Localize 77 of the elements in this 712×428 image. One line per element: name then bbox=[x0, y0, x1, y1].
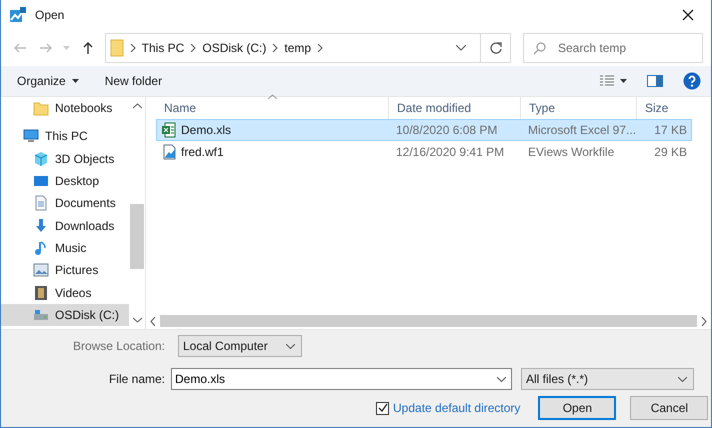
picture-icon bbox=[33, 262, 49, 278]
navigation-item[interactable]: 3D Objects bbox=[1, 148, 129, 170]
search-field[interactable]: Search temp bbox=[523, 33, 703, 63]
file-name-field[interactable]: Demo.xls bbox=[171, 368, 512, 390]
scroll-up-icon bbox=[132, 103, 142, 109]
browse-location-label: Browse Location: bbox=[72, 339, 166, 353]
app-icon bbox=[9, 6, 27, 24]
scrollbar-thumb[interactable] bbox=[160, 315, 697, 327]
close-icon bbox=[682, 9, 694, 21]
refresh-icon bbox=[488, 41, 502, 55]
navigation-item[interactable]: Music bbox=[1, 236, 129, 260]
window-title: Open bbox=[35, 8, 64, 22]
chevron-down-icon bbox=[497, 377, 506, 382]
file-type-dropdown[interactable]: All files (*.*) bbox=[521, 368, 694, 390]
checkbox[interactable] bbox=[376, 402, 389, 414]
cube-icon bbox=[33, 150, 49, 167]
file-name: Demo.xls bbox=[181, 123, 232, 137]
breadcrumb-segment[interactable]: OSDisk (C:) bbox=[202, 41, 266, 55]
list-view-icon bbox=[600, 75, 614, 87]
file-name: fred.wf1 bbox=[181, 145, 224, 159]
column-header[interactable]: Size bbox=[637, 97, 690, 119]
breadcrumb-segment[interactable]: temp bbox=[284, 41, 312, 55]
navigation-item[interactable]: Videos bbox=[1, 281, 129, 304]
document-icon bbox=[33, 195, 49, 212]
cancel-button[interactable]: Cancel bbox=[630, 396, 708, 420]
spreadsheet-icon bbox=[161, 122, 177, 138]
caret-icon bbox=[63, 46, 70, 50]
navigation-item[interactable]: Notebooks bbox=[1, 97, 129, 120]
chevron-icon bbox=[317, 44, 324, 52]
scroll-right-icon bbox=[701, 316, 707, 326]
film-icon bbox=[33, 284, 49, 301]
chevron-down-icon bbox=[286, 344, 295, 348]
up-arrow-icon bbox=[80, 41, 95, 55]
update-directory-link[interactable]: Update default directory bbox=[393, 401, 520, 415]
file-name-label: File name: bbox=[108, 372, 166, 386]
folder-icon bbox=[110, 39, 124, 57]
scrollbar-thumb[interactable] bbox=[130, 204, 144, 269]
open-button[interactable]: Open bbox=[538, 396, 616, 420]
browse-location-dropdown[interactable]: Local Computer bbox=[178, 335, 302, 357]
sort-caret-icon bbox=[268, 94, 277, 99]
chevron-icon bbox=[130, 44, 136, 52]
date-cell-text: 12/16/2020 9:41 PM bbox=[395, 145, 506, 159]
navigation-item[interactable]: OSDisk (C:) bbox=[1, 304, 129, 326]
chevron-icon bbox=[190, 44, 196, 52]
caret-icon bbox=[72, 79, 79, 83]
down-arrow-icon bbox=[33, 218, 49, 234]
organize-menu-button[interactable]: Organize bbox=[17, 69, 79, 93]
type-cell-text: EViews Workfile bbox=[527, 145, 616, 159]
file-row[interactable]: Demo.xls 10/8/2020 6:08 PM Microsoft Excel 97... 17 KB bbox=[156, 119, 692, 141]
checkmark-icon bbox=[378, 403, 388, 413]
back-arrow-icon bbox=[12, 41, 27, 55]
size-cell-text: 17 KB bbox=[653, 123, 688, 137]
navigation-item[interactable]: Documents bbox=[1, 192, 129, 214]
chevron-down-icon bbox=[678, 376, 687, 382]
date-cell-text: 10/8/2020 6:08 PM bbox=[395, 123, 498, 137]
chevron-down-icon bbox=[456, 45, 466, 51]
forward-arrow-icon bbox=[38, 41, 53, 55]
type-cell-text: Microsoft Excel 97... bbox=[527, 123, 638, 137]
chevron-icon bbox=[272, 44, 278, 52]
size-cell-text: 29 KB bbox=[653, 145, 688, 159]
file-row[interactable]: fred.wf1 12/16/2020 9:41 PM EViews Workfile 29 KB bbox=[156, 141, 692, 163]
navigation-item[interactable]: Desktop bbox=[1, 170, 129, 192]
scroll-down-icon bbox=[132, 317, 142, 323]
toolbar-button[interactable]: New folder bbox=[104, 69, 162, 93]
scroll-left-icon bbox=[150, 316, 156, 326]
search-icon bbox=[533, 41, 547, 55]
computer-icon bbox=[23, 128, 39, 144]
caret-icon bbox=[620, 79, 627, 83]
address-bar[interactable]: This PC OSDisk (C:) temp bbox=[104, 33, 511, 63]
navigation-item[interactable]: This PC bbox=[1, 125, 129, 148]
preview-pane-icon bbox=[647, 75, 663, 87]
navigation-item[interactable]: Pictures bbox=[1, 259, 129, 282]
breadcrumb-segment[interactable]: This PC bbox=[142, 41, 184, 55]
navigation-item[interactable]: Downloads bbox=[1, 214, 129, 237]
workfile-icon bbox=[161, 144, 177, 160]
folder-icon bbox=[33, 100, 49, 116]
help-icon bbox=[683, 72, 701, 90]
